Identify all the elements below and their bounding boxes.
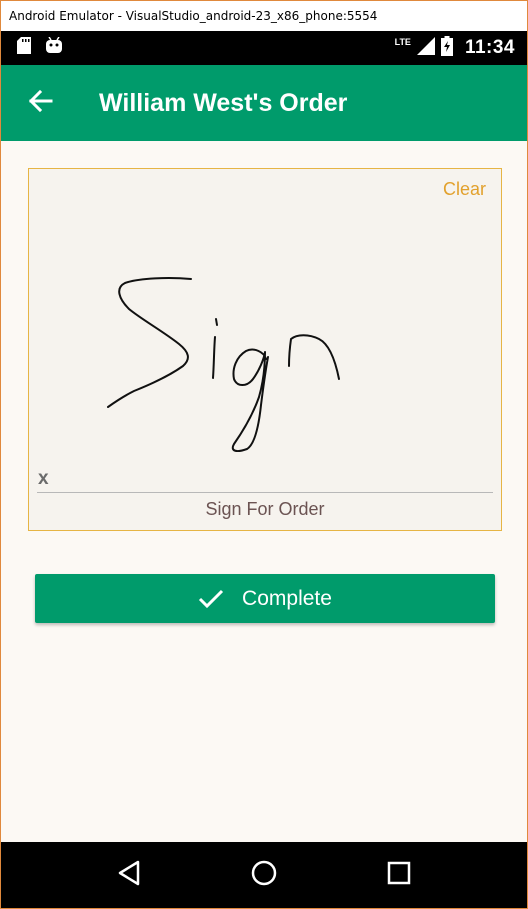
signature-caption: Sign For Order — [205, 499, 325, 519]
status-bar: LTE 11:34 — [1, 31, 527, 65]
page-title: William West's Order — [99, 88, 348, 117]
back-triangle-icon — [117, 860, 141, 891]
battery-icon — [440, 35, 453, 61]
signature-pad[interactable]: Clear x Sign For Order — [28, 168, 502, 531]
signal-icon — [416, 36, 435, 60]
complete-button[interactable]: Complete — [35, 574, 495, 623]
navigation-bar — [1, 842, 527, 908]
nav-recents-button[interactable] — [379, 855, 419, 895]
window-titlebar: Android Emulator - VisualStudio_android-… — [1, 1, 527, 31]
nav-back-button[interactable] — [109, 855, 149, 895]
sd-card-icon — [17, 37, 31, 59]
recents-square-icon — [387, 861, 411, 890]
android-debug-icon — [45, 36, 63, 59]
clear-button[interactable]: Clear — [443, 179, 486, 200]
home-circle-icon — [250, 859, 278, 892]
arrow-back-icon — [27, 89, 53, 118]
signature-x-marker: x — [38, 468, 49, 489]
signature-baseline — [37, 492, 493, 493]
complete-button-label: Complete — [242, 586, 332, 610]
emulator-window: Android Emulator - VisualStudio_android-… — [0, 0, 528, 909]
back-button[interactable] — [25, 88, 55, 118]
signature-stroke — [107, 277, 340, 453]
app-bar: William West's Order — [1, 65, 527, 141]
nav-home-button[interactable] — [244, 855, 284, 895]
check-icon — [198, 589, 224, 609]
window-title: Android Emulator - VisualStudio_android-… — [9, 9, 378, 23]
network-type-label: LTE — [394, 37, 411, 47]
status-clock: 11:34 — [464, 37, 515, 58]
